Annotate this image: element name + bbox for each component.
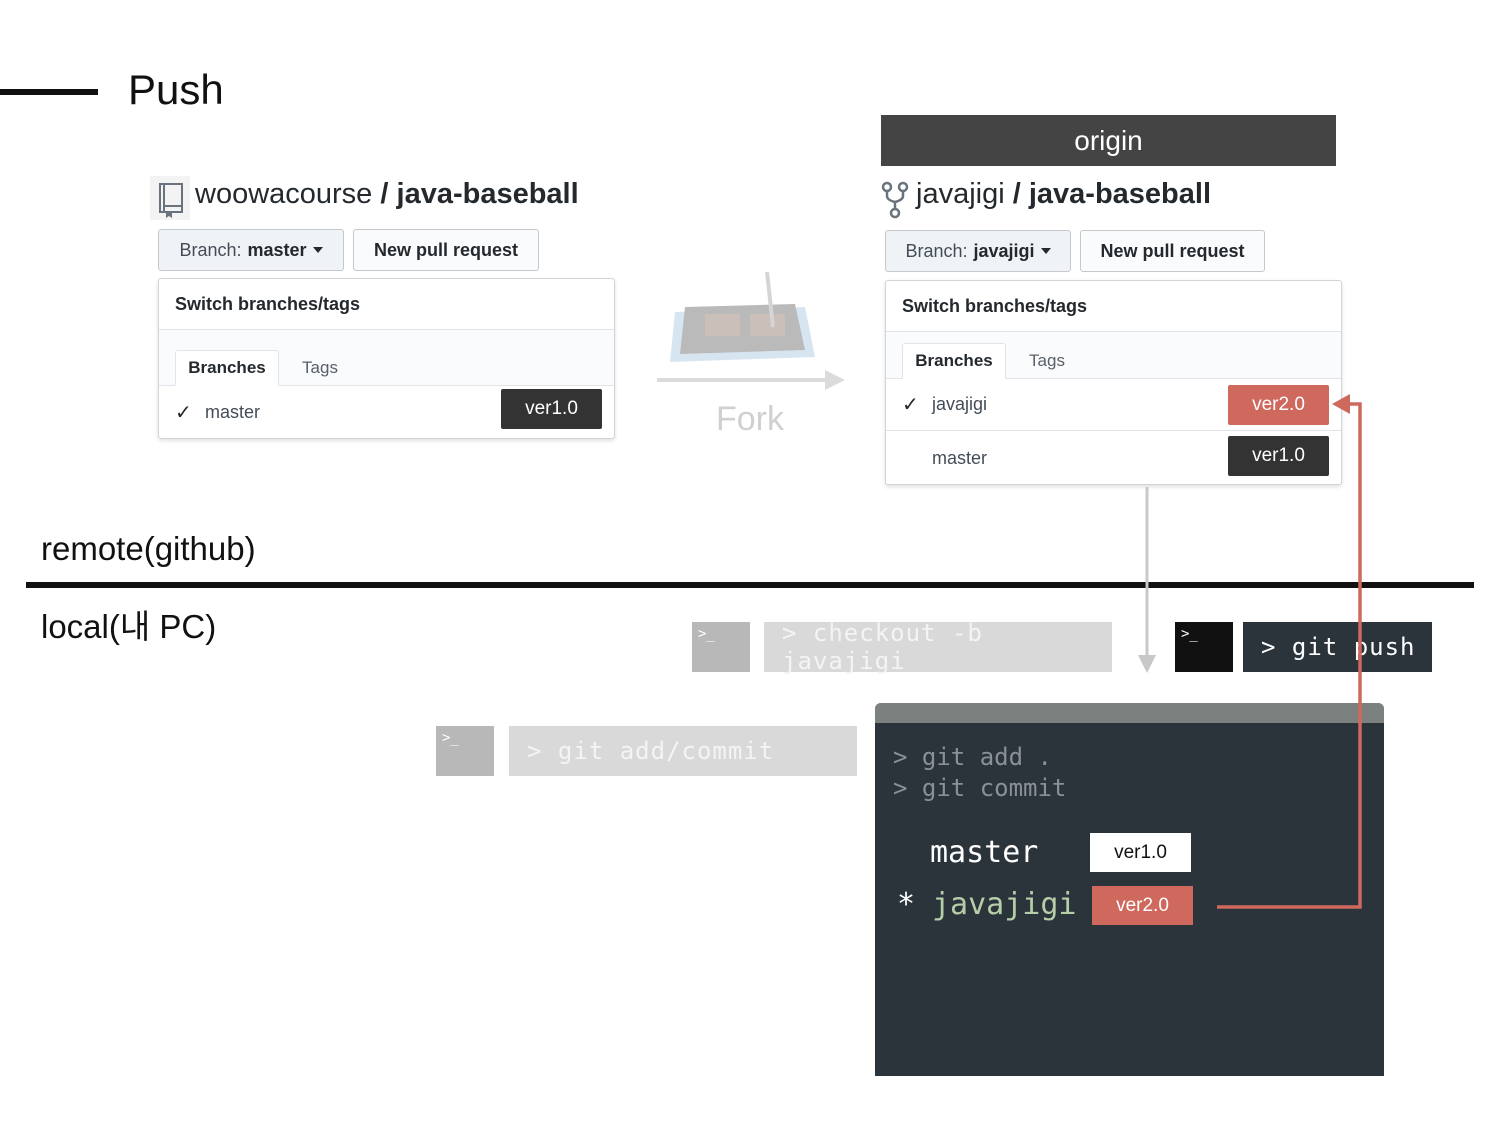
right-repo-separator: /: [1012, 178, 1021, 210]
left-tabs: Branches Tags: [159, 330, 614, 386]
right-new-pr-button[interactable]: New pull request: [1080, 230, 1265, 272]
left-branch-prefix: Branch:: [179, 239, 242, 260]
left-repo-owner[interactable]: woowacourse: [195, 178, 372, 210]
git-add-commit-command: > git add/commit: [509, 726, 857, 776]
tab-tags[interactable]: Tags: [1012, 343, 1082, 379]
branch-name: master: [932, 447, 988, 468]
left-new-pr-button[interactable]: New pull request: [353, 229, 539, 271]
clone-arrow: [1138, 487, 1156, 673]
right-branch-value: javajigi: [973, 240, 1035, 261]
branch-name: javajigi: [932, 394, 988, 414]
origin-banner: origin: [881, 115, 1336, 166]
right-tabs: Branches Tags: [886, 332, 1341, 379]
terminal-icon: >_: [436, 726, 494, 776]
terminal-line: > git add .: [893, 743, 1052, 771]
terminal-branch-master: master: [930, 835, 1039, 870]
push-arrow: [1217, 394, 1362, 909]
branch-row-master[interactable]: ✓ master ver1.0: [159, 386, 614, 438]
title-rule: [0, 89, 98, 95]
left-panel-title: Switch branches/tags: [159, 279, 614, 330]
left-repo-title: woowacourse / java-baseball: [195, 178, 579, 211]
current-branch-marker: *: [897, 887, 916, 922]
fork-icon: [880, 180, 910, 220]
terminal-line: > git commit: [893, 774, 1067, 802]
repo-icon: [150, 176, 190, 220]
right-repo-owner[interactable]: javajigi: [916, 178, 1005, 210]
right-panel-title: Switch branches/tags: [886, 281, 1341, 332]
right-repo-title: javajigi / java-baseball: [916, 178, 1211, 211]
left-branch-panel: Switch branches/tags Branches Tags ✓ mas…: [158, 278, 615, 439]
left-branch-value: master: [247, 239, 307, 260]
terminal-branch-javajigi: javajigi: [932, 887, 1077, 922]
left-repo-separator: /: [380, 178, 389, 210]
remote-label: remote(github): [41, 530, 256, 567]
tab-branches[interactable]: Branches: [902, 343, 1006, 379]
right-repo-name[interactable]: java-baseball: [1029, 178, 1211, 210]
left-branch-select[interactable]: Branch: master: [158, 229, 344, 271]
right-branch-select[interactable]: Branch: javajigi: [885, 230, 1071, 272]
checkout-command: > checkout -b javajigi: [764, 619, 1112, 675]
tab-tags[interactable]: Tags: [285, 350, 355, 386]
fork-label: Fork: [716, 400, 784, 438]
check-icon: ✓: [175, 401, 192, 424]
local-label: local(내 PC): [41, 608, 217, 645]
check-icon: ✓: [902, 394, 919, 416]
right-branch-prefix: Branch:: [905, 240, 968, 261]
version-badge: ver1.0: [501, 389, 602, 429]
left-repo-name[interactable]: java-baseball: [397, 178, 579, 210]
version-badge: ver2.0: [1092, 886, 1193, 925]
caret-down-icon: [312, 247, 323, 253]
tab-branches[interactable]: Branches: [175, 350, 279, 386]
terminal-icon: >_: [692, 622, 750, 672]
page-title: Push: [128, 66, 224, 113]
version-badge: ver1.0: [1090, 833, 1191, 872]
branch-name: master: [205, 401, 261, 422]
caret-down-icon: [1040, 248, 1051, 254]
